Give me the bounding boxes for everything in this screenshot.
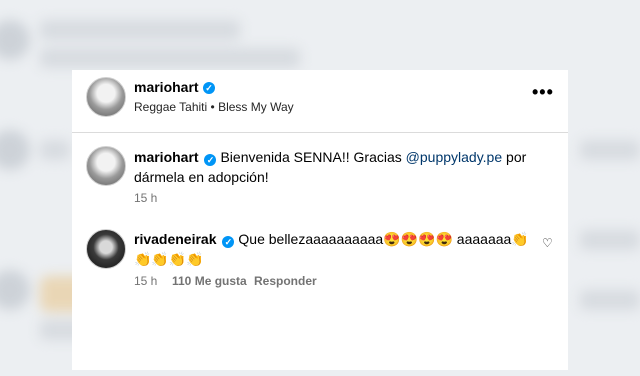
comment-line-1: rivadeneirak ✓ Que bellezaaaaaaaaaa😍😍😍😍 a…	[134, 228, 529, 250]
verified-icon: ✓	[204, 154, 217, 166]
reply-button[interactable]: Responder	[254, 274, 317, 288]
avatar[interactable]	[86, 77, 126, 117]
caption-text-end: por	[502, 149, 527, 165]
comment-username[interactable]: rivadeneirak	[134, 231, 217, 247]
verified-icon: ✓	[203, 82, 215, 94]
post-card: mariohart ✓ Reggae Tahiti • Bless My Way…	[72, 70, 568, 370]
audio-separator: •	[210, 100, 215, 114]
heart-icon[interactable]: ♡	[542, 236, 553, 250]
verified-icon: ✓	[222, 236, 235, 248]
caption-timestamp[interactable]: 15 h	[134, 191, 157, 205]
caption-line-1: mariohart ✓ Bienvenida SENNA!! Gracias @p…	[134, 146, 526, 168]
divider	[72, 132, 568, 133]
comment-timestamp[interactable]: 15 h	[134, 274, 157, 288]
audio-track[interactable]: Reggae Tahiti • Bless My Way	[134, 100, 294, 114]
song-name: Bless My Way	[218, 100, 294, 114]
comment-text: Que bellezaaaaaaaaaa😍😍😍😍 aaaaaaa👏	[238, 231, 529, 247]
avatar[interactable]	[86, 229, 126, 269]
comment-line-2: 👏👏👏👏	[134, 251, 204, 267]
caption-line-2: dármela en adopción!	[134, 169, 269, 185]
comment-likes[interactable]: 110 Me gusta	[172, 274, 247, 288]
caption-username[interactable]: mariohart	[134, 149, 199, 165]
audio-name: Reggae Tahiti	[134, 100, 208, 114]
mention-link[interactable]: @puppylady.pe	[406, 149, 502, 165]
caption-text: Bienvenida SENNA!! Gracias	[220, 149, 406, 165]
post-username[interactable]: mariohart	[134, 79, 199, 95]
post-header: mariohart ✓ Reggae Tahiti • Bless My Way…	[72, 70, 568, 130]
avatar[interactable]	[86, 146, 126, 186]
more-dots-icon[interactable]: •••	[532, 82, 554, 103]
